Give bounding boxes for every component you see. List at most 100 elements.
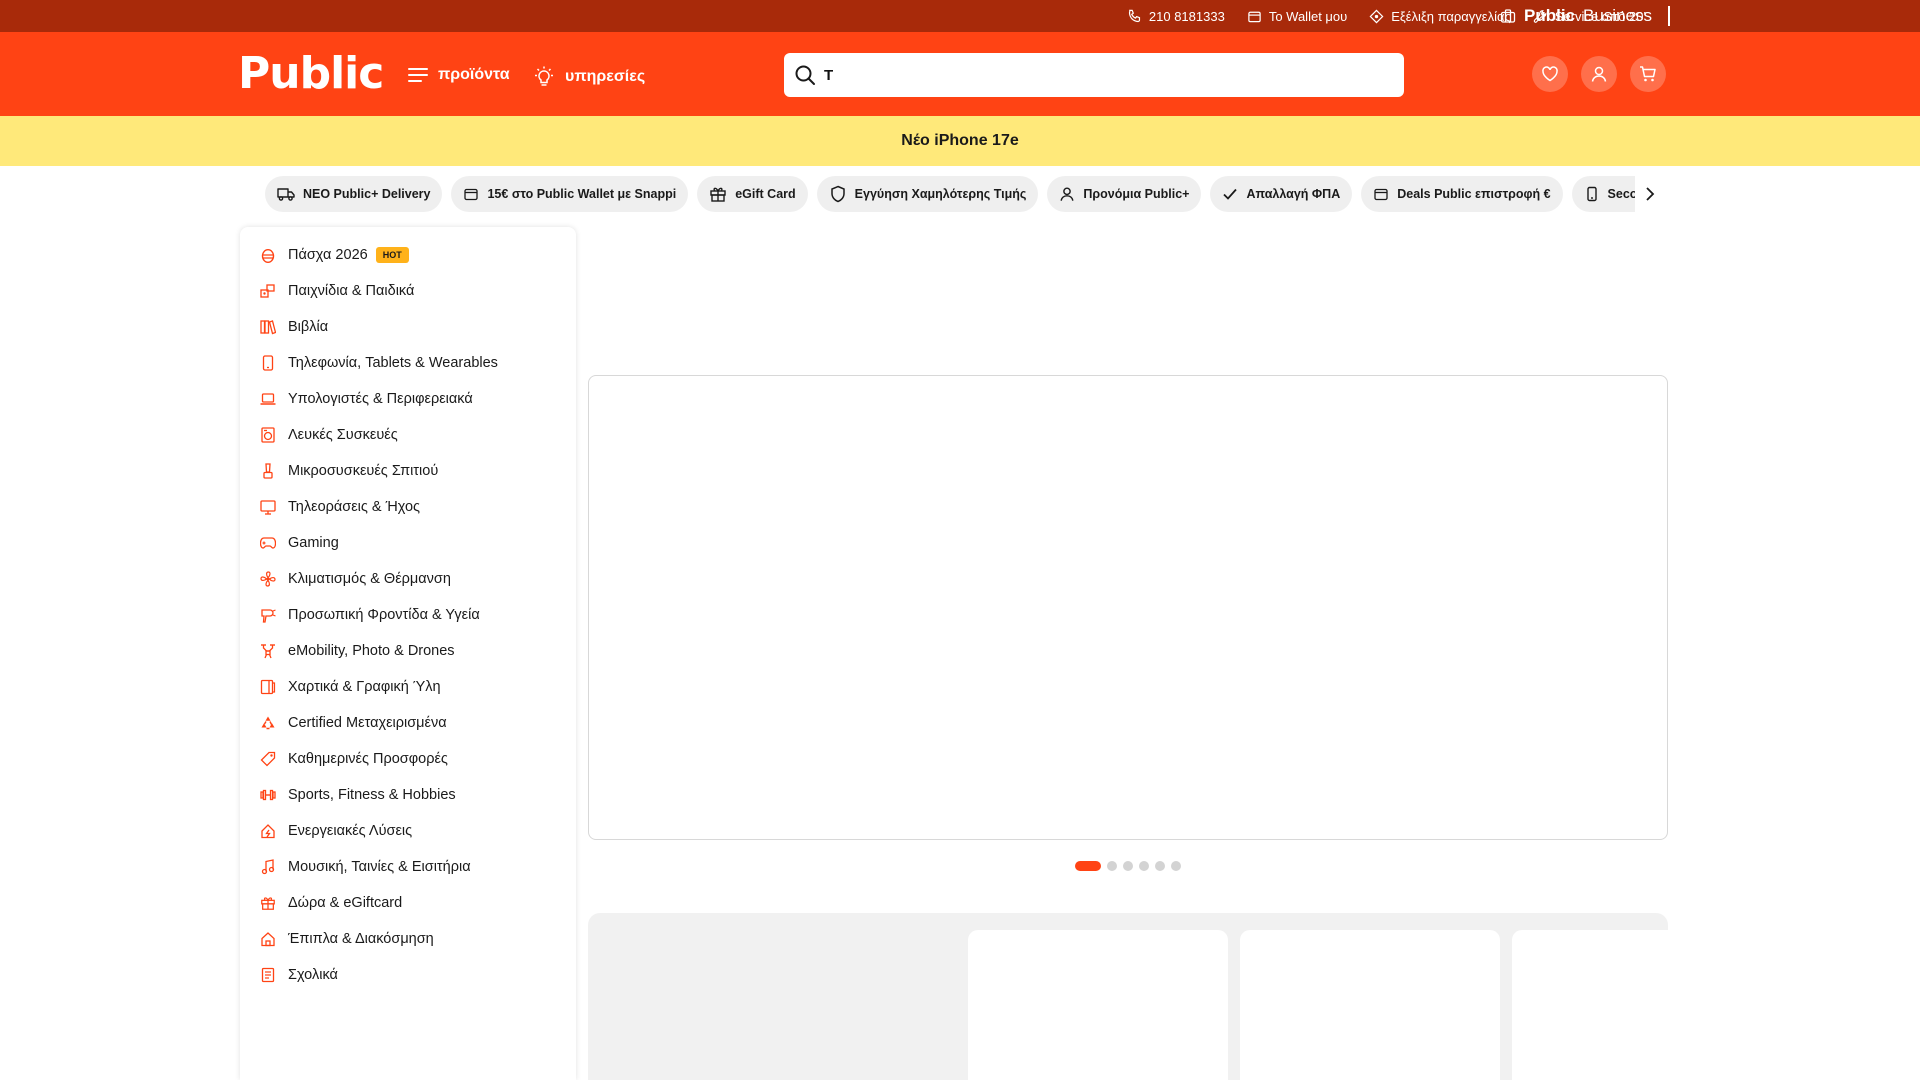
wallet-icon [464, 188, 479, 201]
notebook-icon [260, 679, 276, 695]
toys-icon [260, 283, 276, 299]
carousel-dot-6[interactable] [1171, 861, 1181, 871]
chip-deals-cashback[interactable]: Deals Public επιστροφή € [1361, 176, 1563, 212]
category-computers[interactable]: Υπολογιστές & Περιφερειακά [240, 381, 576, 417]
category-sports[interactable]: Sports, Fitness & Hobbies [240, 777, 576, 813]
chevron-right-icon [1646, 187, 1655, 201]
egg-icon [260, 247, 276, 263]
chips-scroll-right-button[interactable] [1640, 180, 1660, 208]
category-gifts[interactable]: Δώρα & eGiftcard [240, 885, 576, 921]
category-music-movies-tickets[interactable]: Μουσική, Ταινίες & Εισιτήρια [240, 849, 576, 885]
category-daily-deals[interactable]: Καθημερινές Προσφορές [240, 741, 576, 777]
carousel-dot-3[interactable] [1123, 861, 1133, 871]
briefcase-icon [1500, 9, 1516, 23]
laptop-icon [260, 391, 276, 407]
wallet-label: Το Wallet μου [1268, 8, 1348, 24]
category-label: Sports, Fitness & Hobbies [288, 787, 456, 803]
truck-icon [277, 188, 295, 201]
category-gaming[interactable]: Gaming [240, 525, 576, 561]
category-white-appliances[interactable]: Λευκές Συσκευές [240, 417, 576, 453]
main-header: Public προϊόντα υπηρεσίες [0, 32, 1920, 116]
category-label: Βιβλία [288, 319, 329, 335]
chip-public-plus-delivery[interactable]: ΝΕΟ Public+ Delivery [265, 176, 443, 212]
category-stationery[interactable]: Χαρτικά & Γραφική Ύλη [240, 669, 576, 705]
category-label: Κλιματισμός & Θέρμανση [288, 571, 451, 587]
chip-egift-card[interactable]: eGift Card [697, 176, 808, 212]
hamburger-icon [408, 68, 428, 82]
chip-lowest-price-guarantee[interactable]: Εγγύηση Χαμηλότερης Τιμής [816, 176, 1039, 212]
phone-icon [260, 355, 276, 371]
category-telephony[interactable]: Τηλεφωνία, Tablets & Wearables [240, 345, 576, 381]
search-bar[interactable] [784, 53, 1404, 97]
category-easter[interactable]: Πάσχα 2026 HOT [240, 237, 576, 273]
product-card[interactable] [968, 930, 1228, 1080]
chip-label: 15€ στο Public Wallet με Snappi [487, 187, 677, 201]
category-label: Χαρτικά & Γραφική Ύλη [288, 679, 441, 695]
category-energy-solutions[interactable]: Ενεργειακές Λύσεις [240, 813, 576, 849]
wallet-icon [1248, 11, 1261, 22]
carousel-dot-5[interactable] [1155, 861, 1165, 871]
cart-button[interactable] [1630, 56, 1666, 92]
promo-banner[interactable]: Νέο iPhone 17e [0, 116, 1920, 166]
business-brand: Public [1524, 6, 1576, 25]
category-books[interactable]: Βιβλία [240, 309, 576, 345]
category-school[interactable]: Σχολικά [240, 957, 576, 993]
chip-vat-exemption[interactable]: Απαλλαγή ΦΠΑ [1210, 176, 1353, 212]
category-personal-care[interactable]: Προσωπική Φροντίδα & Υγεία [240, 597, 576, 633]
wishlist-button[interactable] [1532, 56, 1568, 92]
account-button[interactable] [1581, 56, 1617, 92]
category-furniture[interactable]: Έπιπλα & Διακόσμηση [240, 921, 576, 957]
dumbbell-icon [260, 787, 276, 803]
gift-icon [260, 895, 276, 911]
public-business-link[interactable]: Public Business [1500, 0, 1652, 32]
carousel-dot-2[interactable] [1107, 861, 1117, 871]
phone-link[interactable]: 210 8181333 [1127, 9, 1225, 24]
category-label: Gaming [288, 535, 339, 551]
location-diamond-icon [1369, 9, 1384, 23]
chip-public-plus-perks[interactable]: Προνόμια Public+ [1047, 176, 1202, 212]
category-label: Έπιπλα & Διακόσμηση [288, 931, 434, 947]
hero-carousel[interactable] [588, 375, 1668, 840]
wallet-link[interactable]: Το Wallet μου [1247, 9, 1347, 24]
search-input[interactable] [824, 66, 1384, 84]
phone-icon [1586, 186, 1597, 202]
category-label: Μικροσυσκευές Σπιτιού [288, 463, 439, 479]
services-label: υπηρεσίες [565, 68, 646, 85]
heart-icon [1542, 66, 1558, 82]
product-card[interactable] [1512, 930, 1668, 1080]
category-label: Τηλεοράσεις & Ήχος [288, 499, 421, 515]
products-menu-button[interactable]: προϊόντα [408, 66, 510, 84]
category-toys[interactable]: Παιχνίδια & Παιδικά [240, 273, 576, 309]
category-emobility[interactable]: eMobility, Photo & Drones [240, 633, 576, 669]
category-label: Πάσχα 2026 [288, 247, 368, 263]
hot-badge: HOT [375, 247, 409, 263]
category-small-appliances[interactable]: Μικροσυσκευές Σπιτιού [240, 453, 576, 489]
carousel-pagination [1075, 861, 1181, 871]
services-menu-button[interactable]: υπηρεσίες [533, 66, 645, 88]
chip-label: eGift Card [735, 187, 796, 201]
category-label: Certified Μεταχειρισμένα [288, 715, 447, 731]
order-tracking-label: Εξέλιξη παραγγελίας [1391, 8, 1511, 24]
chip-second-hand[interactable]: Second Hand [1571, 176, 1635, 212]
home-icon [260, 931, 276, 947]
order-tracking-link[interactable]: Εξέλιξη παραγγελίας [1369, 9, 1511, 24]
category-certified-used[interactable]: Certified Μεταχειρισμένα [240, 705, 576, 741]
product-card[interactable] [1240, 930, 1500, 1080]
chip-wallet-snappi[interactable]: 15€ στο Public Wallet με Snappi [451, 176, 689, 212]
category-climate[interactable]: Κλιματισμός & Θέρμανση [240, 561, 576, 597]
category-label: Προσωπική Φροντίδα & Υγεία [288, 607, 480, 623]
chip-label: Second Hand [1607, 187, 1635, 201]
gift-icon [710, 187, 726, 202]
fan-icon [260, 571, 276, 587]
carousel-dot-1[interactable] [1075, 861, 1101, 871]
category-tv-audio[interactable]: Τηλεοράσεις & Ήχος [240, 489, 576, 525]
carousel-dot-4[interactable] [1139, 861, 1149, 871]
phone-icon [1128, 9, 1140, 22]
category-label: eMobility, Photo & Drones [288, 643, 455, 659]
category-label: Καθημερινές Προσφορές [288, 751, 448, 767]
chip-label: Εγγύηση Χαμηλότερης Τιμής [854, 187, 1027, 201]
category-label: Δώρα & eGiftcard [288, 895, 403, 911]
chip-label: Deals Public επιστροφή € [1397, 187, 1551, 201]
public-logo[interactable]: Public [238, 48, 384, 99]
category-label: Παιχνίδια & Παιδικά [288, 283, 415, 299]
